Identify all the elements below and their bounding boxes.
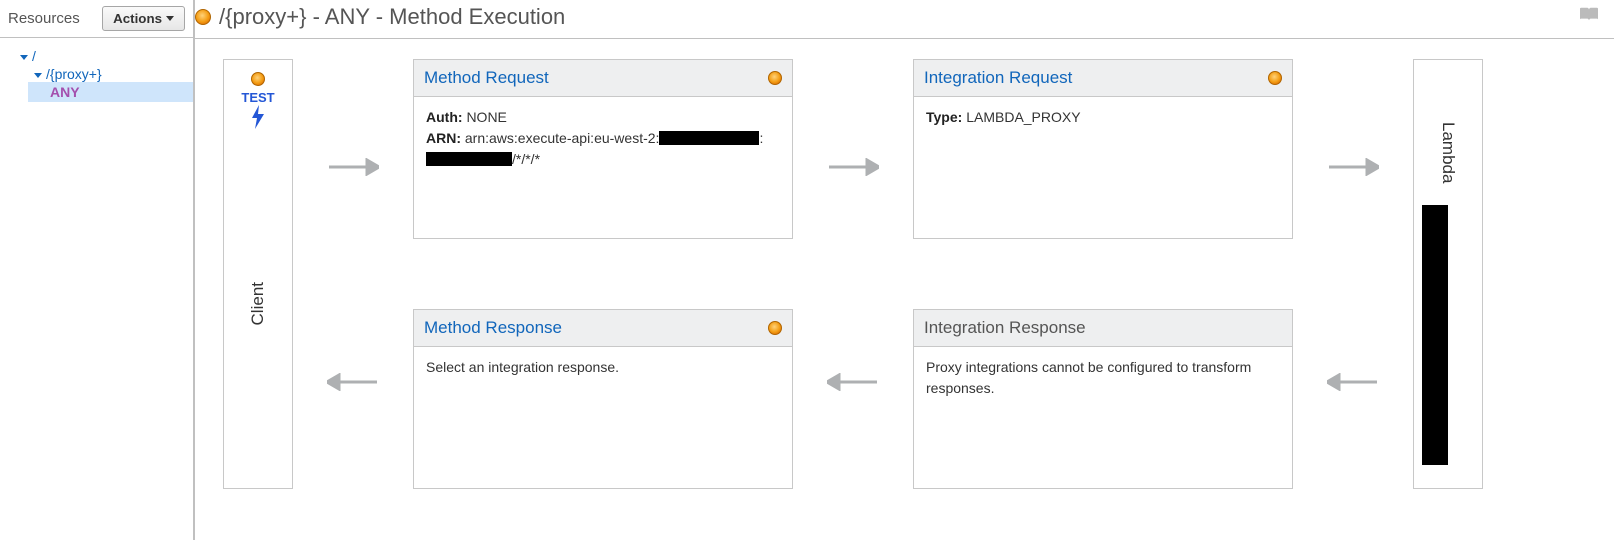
client-box[interactable]: TEST Client xyxy=(223,59,293,489)
tree-node-root[interactable]: / /{proxy+} ANY xyxy=(20,46,187,106)
resources-sidebar: Resources Actions / /{proxy+} ANY xyxy=(0,0,195,540)
bolt-icon xyxy=(249,105,267,132)
caret-icon xyxy=(20,55,28,60)
resource-tree: / /{proxy+} ANY xyxy=(0,38,193,114)
type-value: LAMBDA_PROXY xyxy=(966,109,1080,125)
integration-request-card[interactable]: Integration Request Type: LAMBDA_PROXY xyxy=(913,59,1293,239)
type-label: Type: xyxy=(926,109,962,125)
arrow-right-icon xyxy=(327,158,379,176)
tree-node-method-any[interactable]: ANY xyxy=(28,82,193,102)
chevron-down-icon xyxy=(166,16,174,21)
status-dot-icon xyxy=(1268,71,1282,85)
card-body-text: Proxy integrations cannot be configured … xyxy=(926,359,1251,396)
arrow-right-icon xyxy=(1327,158,1379,176)
redacted-block xyxy=(426,152,512,166)
card-title: Integration Response xyxy=(924,318,1086,338)
arn-value-suffix: /*/*/* xyxy=(512,151,540,167)
method-request-card[interactable]: Method Request Auth: NONE ARN: arn:aws:e… xyxy=(413,59,793,239)
arrow-right-icon xyxy=(827,158,879,176)
status-dot-icon xyxy=(195,9,211,25)
arrow-left-icon xyxy=(1327,373,1379,391)
auth-label: Auth: xyxy=(426,109,463,125)
tree-node-proxy[interactable]: /{proxy+} ANY xyxy=(34,64,187,104)
card-title: Integration Request xyxy=(924,68,1072,88)
method-response-card[interactable]: Method Response Select an integration re… xyxy=(413,309,793,489)
integration-response-card: Integration Response Proxy integrations … xyxy=(913,309,1293,489)
page-title: /{proxy+} - ANY - Method Execution xyxy=(219,4,565,30)
arrow-left-icon xyxy=(827,373,879,391)
status-dot-icon xyxy=(768,71,782,85)
tree-node-label: /{proxy+} xyxy=(46,66,102,82)
test-label: TEST xyxy=(241,90,274,105)
status-dot-icon xyxy=(251,72,265,86)
auth-value: NONE xyxy=(466,109,506,125)
arn-value-prefix: arn:aws:execute-api:eu-west-2: xyxy=(465,130,660,146)
actions-button[interactable]: Actions xyxy=(102,6,185,31)
redacted-block xyxy=(1422,205,1448,465)
docs-icon[interactable] xyxy=(1578,6,1600,27)
arrow-left-icon xyxy=(327,373,379,391)
caret-icon xyxy=(34,73,42,78)
arn-label: ARN: xyxy=(426,130,461,146)
tree-node-label: / xyxy=(32,48,36,64)
client-label: Client xyxy=(248,282,268,325)
card-title: Method Request xyxy=(424,68,549,88)
card-title: Method Response xyxy=(424,318,562,338)
status-dot-icon xyxy=(768,321,782,335)
lambda-label: Lambda xyxy=(1438,122,1458,183)
tree-method-label: ANY xyxy=(50,84,80,100)
redacted-block xyxy=(659,131,759,145)
card-body-text: Select an integration response. xyxy=(426,359,619,375)
sidebar-title: Resources xyxy=(8,10,102,27)
lambda-box[interactable]: Lambda xyxy=(1413,59,1483,489)
actions-button-label: Actions xyxy=(113,11,162,26)
